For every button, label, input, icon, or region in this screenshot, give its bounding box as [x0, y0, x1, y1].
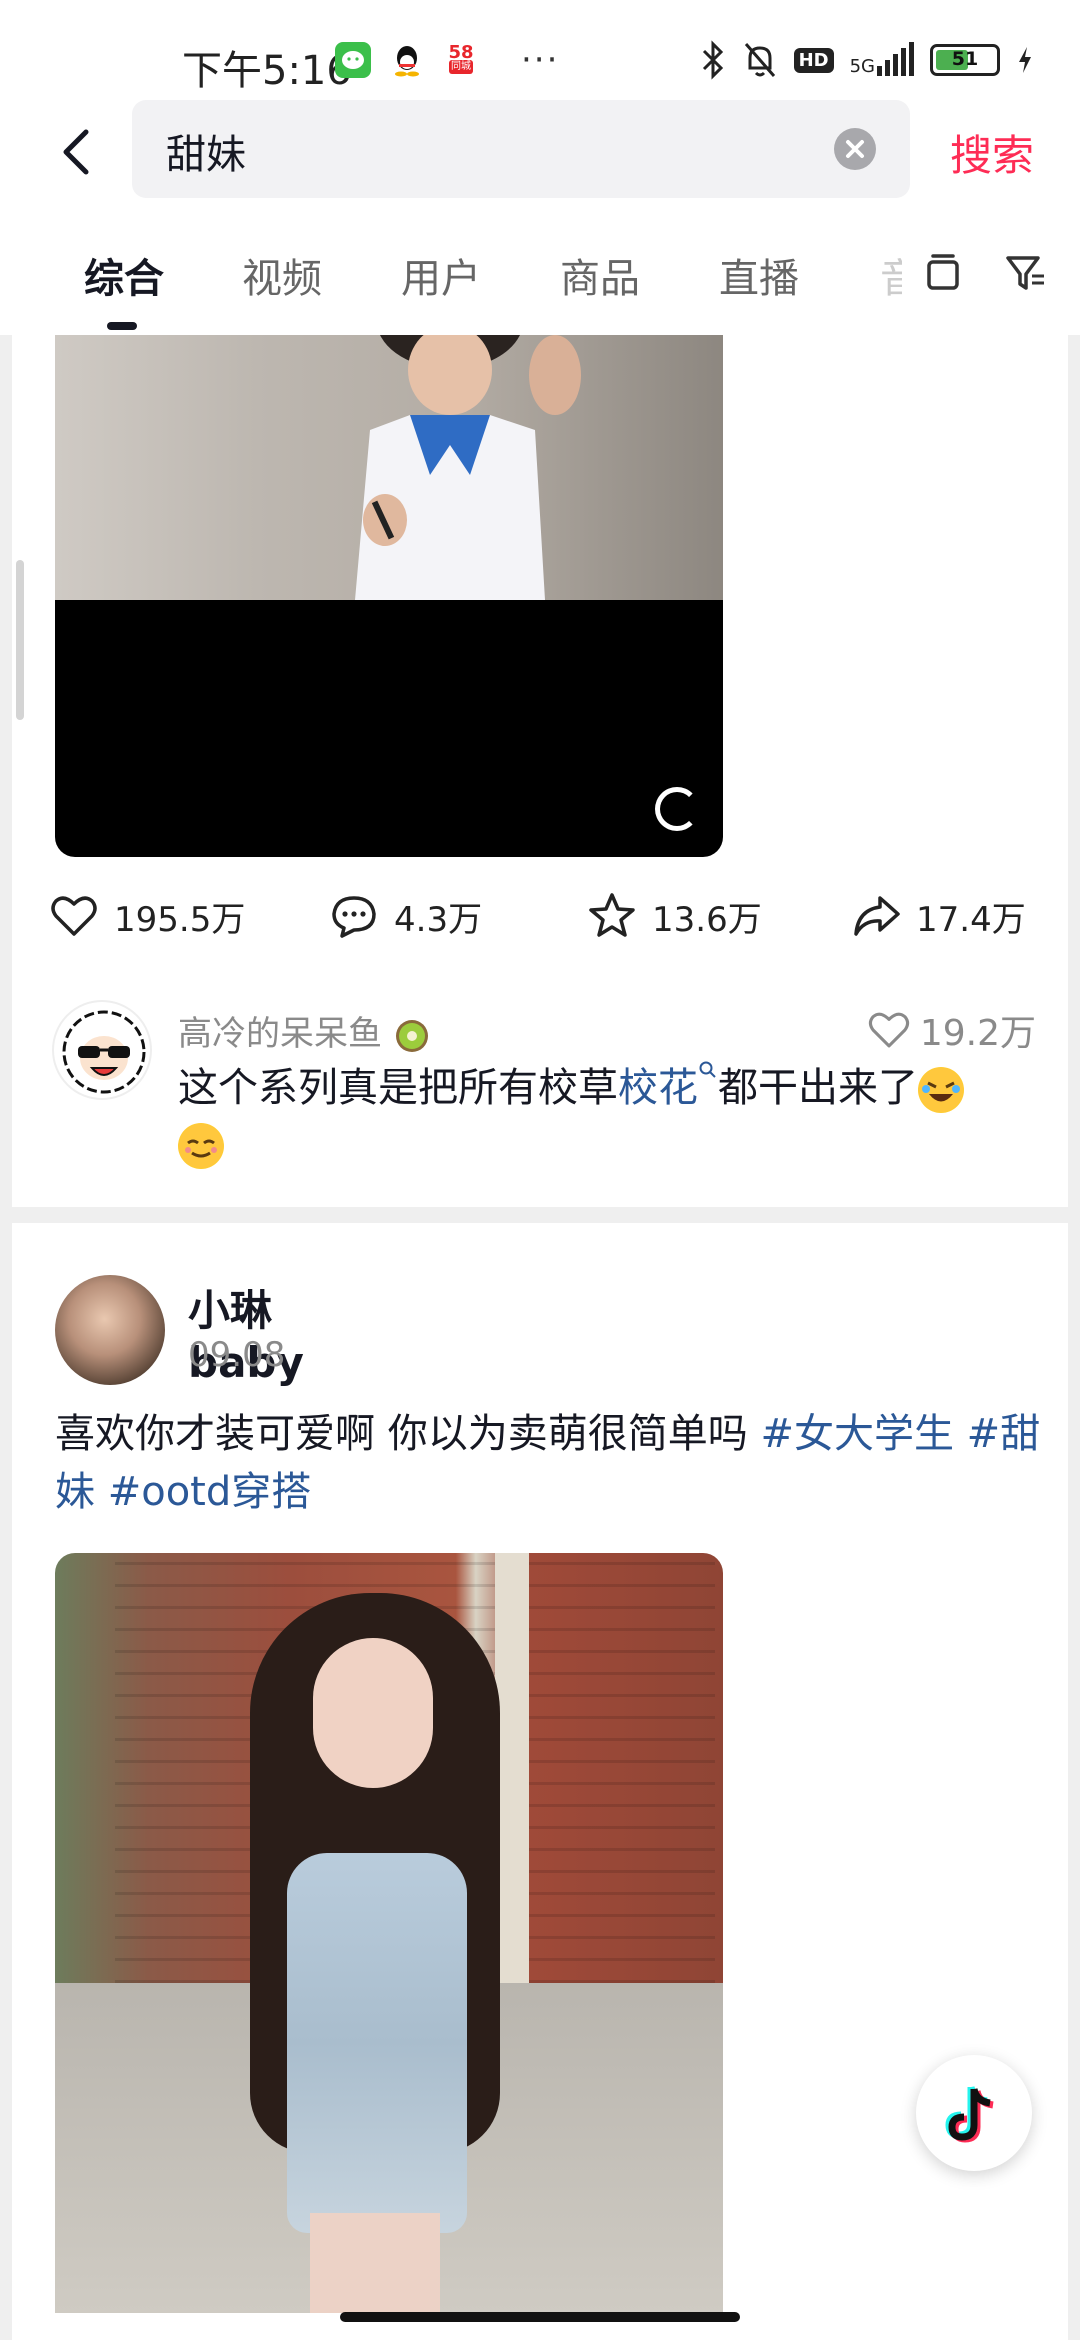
comment-count: 4.3万 [394, 899, 483, 940]
tiktok-icon [945, 2086, 994, 2143]
hd-badge: HD [793, 47, 834, 73]
clear-button[interactable] [834, 128, 876, 170]
tab-music[interactable]: 音 [880, 246, 902, 304]
share-button[interactable]: 17.4万 [850, 890, 1026, 942]
star-icon [589, 893, 635, 937]
top-comment[interactable]: 高冷的呆呆鱼 19.2万 这个系列真是把所有校草校花 都干出来了 [12, 1000, 1068, 1169]
back-button[interactable] [48, 122, 108, 182]
smug-emoji-icon [178, 1123, 224, 1169]
result-card: 195.5万 4.3万 13.6万 17.4万 高冷的呆呆鱼 19.2万 这个系… [12, 335, 1068, 1207]
tab-products[interactable]: 商品 [560, 246, 640, 304]
search-button[interactable]: 搜索 [950, 122, 1034, 183]
like-button[interactable]: 195.5万 [48, 890, 245, 942]
tab-users[interactable]: 用户 [401, 246, 481, 304]
search-header: 甜妹 搜索 [0, 100, 1080, 210]
tab-videos[interactable]: 视频 [242, 246, 322, 304]
comment-text: 这个系列真是把所有校草校花 都干出来了 [178, 1060, 1038, 1172]
kiwi-icon [395, 1019, 428, 1052]
search-query: 甜妹 [166, 132, 246, 178]
search-tabs: 综合 视频 用户 商品 直播 音 [0, 210, 1080, 335]
girl-face-image [313, 1638, 433, 1788]
signal-indicator: 5G [849, 42, 914, 77]
laughing-emoji-icon [918, 1067, 964, 1113]
comment-button[interactable]: 4.3万 [328, 890, 482, 942]
loading-icon [655, 787, 699, 831]
user-avatar[interactable] [55, 1275, 165, 1385]
video-player[interactable] [55, 1553, 723, 2313]
network-type: 5G [849, 56, 875, 77]
tab-live[interactable]: 直播 [719, 246, 799, 304]
active-tab-indicator [107, 322, 137, 330]
qq-icon [389, 42, 425, 78]
status-indicators: HD 5G 51 [700, 40, 1034, 80]
search-input[interactable]: 甜妹 [132, 100, 910, 198]
video-player[interactable] [55, 335, 723, 857]
girl-dress-image [287, 1853, 467, 2233]
battery-level: 51 [951, 48, 979, 70]
share-icon [854, 896, 900, 936]
wechat-icon [335, 42, 371, 78]
heart-icon [51, 896, 97, 936]
comment-search-link[interactable]: 校花 [618, 1061, 718, 1111]
charging-icon [1019, 47, 1031, 73]
bluetooth-icon [702, 40, 723, 80]
post-caption: 喜欢你才装可爱啊 你以为卖萌很简单吗 #女大学生 #甜妹 #ootd穿搭 [55, 1411, 1041, 1515]
comment-like-button[interactable]: 19.2万 [866, 1004, 1036, 1056]
comment-like-count: 19.2万 [919, 1013, 1036, 1054]
result-card: 小琳baby 09.08 喜欢你才装可爱啊 你以为卖萌很简单吗 #女大学生 #甜… [12, 1223, 1068, 2340]
results-feed: 195.5万 4.3万 13.6万 17.4万 高冷的呆呆鱼 19.2万 这个系… [0, 335, 1080, 2340]
mute-bell-icon [744, 43, 775, 77]
commenter-name[interactable]: 高冷的呆呆鱼 [178, 1006, 431, 1055]
clear-icon [846, 140, 864, 158]
share-count: 17.4万 [916, 899, 1026, 940]
girl-legs-image [310, 2213, 440, 2313]
heart-icon [868, 1012, 909, 1048]
tiktok-floating-button[interactable] [916, 2055, 1032, 2171]
tab-comprehensive[interactable]: 综合 [84, 246, 164, 304]
favorite-button[interactable]: 13.6万 [586, 890, 762, 942]
video-person-image [355, 335, 581, 600]
back-icon [63, 129, 89, 175]
58-app-icon: 58 同城 [443, 42, 479, 78]
status-app-icons: 58 同城 ··· [335, 40, 559, 80]
scroll-indicator[interactable] [16, 560, 24, 720]
comment-icon [332, 896, 376, 938]
battery-icon: 51 [930, 44, 1000, 76]
layout-icon[interactable] [920, 250, 966, 296]
video-thumbnail [55, 335, 723, 600]
signal-bars-icon [877, 42, 914, 76]
search-icon [699, 1061, 716, 1078]
favorite-count: 13.6万 [652, 899, 762, 940]
hashtag[interactable]: #女大学生 [760, 1411, 954, 1457]
status-more-dots: ··· [521, 40, 560, 80]
hashtag[interactable]: #ootd穿搭 [108, 1469, 312, 1515]
like-count: 195.5万 [114, 899, 246, 940]
home-indicator[interactable] [340, 2312, 740, 2322]
status-time: 下午5:16 [182, 48, 352, 94]
engagement-bar: 195.5万 4.3万 13.6万 17.4万 [12, 890, 1068, 960]
commenter-avatar[interactable] [52, 1000, 152, 1100]
filter-icon[interactable] [1002, 250, 1048, 296]
sheep-avatar-image [62, 1010, 146, 1094]
post-date: 09.08 [188, 1335, 286, 1375]
